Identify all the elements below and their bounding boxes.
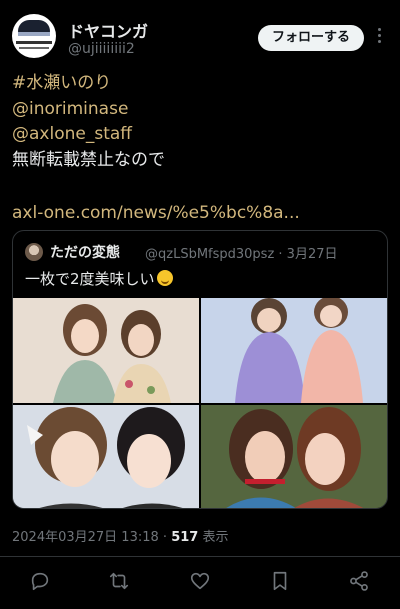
quoted-author-name: ただの変態 bbox=[50, 245, 120, 261]
quoted-photo-4[interactable] bbox=[201, 405, 387, 508]
follow-button[interactable]: フォローする bbox=[258, 25, 364, 51]
heart-icon[interactable] bbox=[189, 570, 211, 592]
smiling-face-icon bbox=[156, 270, 173, 286]
quoted-photo-3[interactable] bbox=[13, 405, 199, 508]
mention-link-axlone-staff[interactable]: @axlone_staff bbox=[12, 123, 132, 145]
mention-link-inoriminase[interactable]: @inoriminase bbox=[12, 98, 128, 120]
reply-icon[interactable] bbox=[29, 570, 51, 592]
divider bbox=[0, 556, 400, 557]
author-avatar[interactable] bbox=[12, 14, 56, 58]
tweet-text: 無断転載禁止なので bbox=[12, 150, 165, 170]
quoted-author-avatar bbox=[25, 243, 43, 261]
author-handle[interactable]: @ujiiiiiiii2 bbox=[68, 41, 135, 57]
more-vertical-icon[interactable] bbox=[374, 28, 384, 48]
tweet-meta: 2024年03月27日 13:18 · 517 表示 bbox=[12, 530, 229, 545]
quoted-photo-1[interactable] bbox=[13, 298, 199, 403]
action-bar bbox=[0, 560, 400, 604]
bookmark-icon[interactable] bbox=[269, 570, 291, 592]
author-name[interactable]: ドヤコンガ bbox=[68, 18, 148, 42]
hashtag-link[interactable]: #水瀬いのり bbox=[12, 72, 111, 94]
quoted-tweet-text: 一枚で2度美味しい bbox=[25, 268, 173, 289]
quoted-photo-2[interactable] bbox=[201, 298, 387, 403]
retweet-icon[interactable] bbox=[108, 570, 130, 592]
share-icon[interactable] bbox=[348, 570, 370, 592]
views-label: 表示 bbox=[202, 530, 229, 545]
quoted-tweet[interactable]: ただの変態 @qzLSbMfspd30psz · 3月27日 一枚で2度美味しい bbox=[12, 230, 388, 509]
tweet-header: ドヤコンガ @ujiiiiiiii2 フォローする bbox=[0, 0, 400, 70]
timestamp[interactable]: 2024年03月27日 13:18 bbox=[12, 530, 159, 545]
quoted-author-meta: @qzLSbMfspd30psz · 3月27日 bbox=[145, 247, 338, 262]
views-count: 517 bbox=[171, 530, 199, 545]
external-url-link[interactable]: axl-one.com/news/%e5%bc%8a... bbox=[12, 202, 300, 224]
